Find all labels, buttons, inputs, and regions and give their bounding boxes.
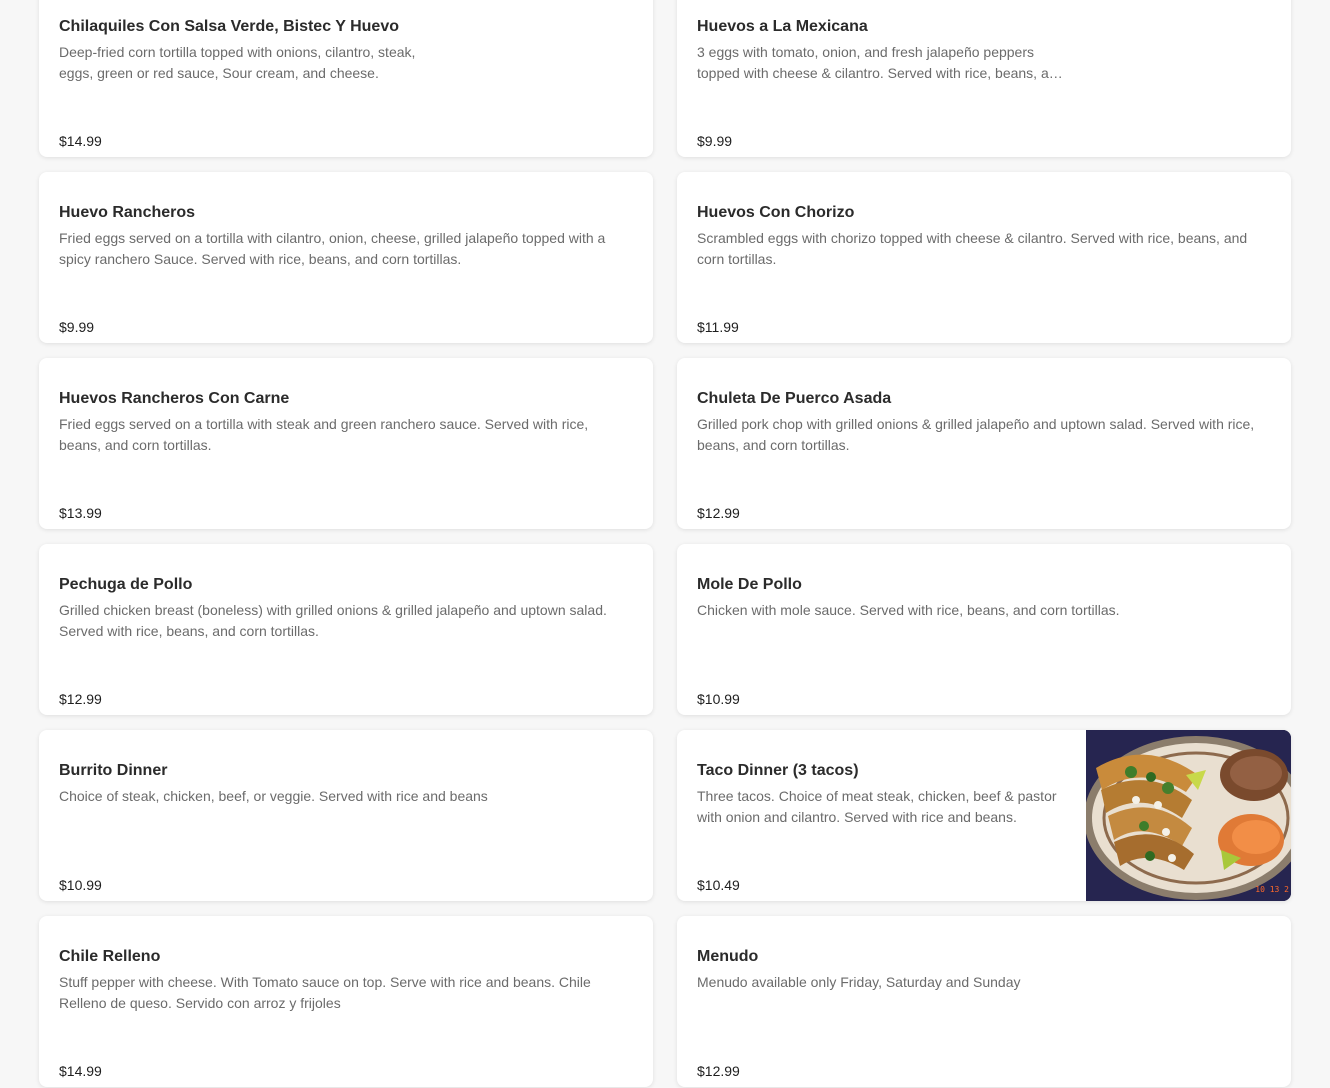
menu-item-card[interactable]: Taco Dinner (3 tacos) Three tacos. Choic…: [677, 730, 1291, 901]
menu-item-description: Fried eggs served on a tortilla with cil…: [59, 230, 606, 267]
menu-item-price: $14.99: [59, 133, 102, 149]
menu-item-card[interactable]: Chuleta De Puerco Asada Grilled pork cho…: [677, 358, 1291, 529]
photo-date-stamp: 10 13 2: [1255, 885, 1289, 894]
menu-item-body: Chilaquiles Con Salsa Verde, Bistec Y Hu…: [59, 17, 633, 157]
menu-item-body: Menudo Menudo available only Friday, Sat…: [697, 947, 1271, 1087]
menu-item-description: Chicken with mole sauce. Served with ric…: [697, 602, 1120, 618]
menu-items-grid: Chilaquiles Con Salsa Verde, Bistec Y Hu…: [39, 0, 1291, 1087]
menu-item-card[interactable]: Burrito Dinner Choice of steak, chicken,…: [39, 730, 653, 901]
menu-item-name: Chuleta De Puerco Asada: [697, 390, 892, 407]
menu-item-name: Taco Dinner (3 tacos): [697, 762, 859, 779]
menu-item-name: Pechuga de Pollo: [59, 576, 193, 593]
menu-item-name: Huevos Con Chorizo: [697, 204, 855, 221]
menu-item-card[interactable]: Menudo Menudo available only Friday, Sat…: [677, 916, 1291, 1087]
menu-item-body: Taco Dinner (3 tacos) Three tacos. Choic…: [697, 761, 1066, 901]
menu-item-body: Huevos Rancheros Con Carne Fried eggs se…: [59, 389, 633, 529]
menu-item-card[interactable]: Huevos Rancheros Con Carne Fried eggs se…: [39, 358, 653, 529]
menu-item-price: $10.99: [697, 691, 740, 707]
menu-item-body: Huevo Rancheros Fried eggs served on a t…: [59, 203, 633, 343]
menu-item-name: Chile Relleno: [59, 948, 161, 965]
menu-item-price: $10.99: [59, 877, 102, 893]
menu-item-name: Menudo: [697, 948, 759, 965]
menu-item-card[interactable]: Huevo Rancheros Fried eggs served on a t…: [39, 172, 653, 343]
menu-item-body: Huevos Con Chorizo Scrambled eggs with c…: [697, 203, 1271, 343]
menu-item-card[interactable]: Huevos a La Mexicana 3 eggs with tomato,…: [677, 0, 1291, 157]
menu-item-description: Menudo available only Friday, Saturday a…: [697, 974, 1021, 990]
menu-item-body: Burrito Dinner Choice of steak, chicken,…: [59, 761, 633, 901]
menu-item-price: $14.99: [59, 1063, 102, 1079]
menu-item-body: Mole De Pollo Chicken with mole sauce. S…: [697, 575, 1271, 715]
menu-item-description: Stuff pepper with cheese. With Tomato sa…: [59, 974, 591, 1011]
menu-item-description: Deep-fried corn tortilla topped with oni…: [59, 44, 416, 81]
taco-dinner-photo: 10 13 2: [1086, 730, 1291, 901]
menu-item-body: Chile Relleno Stuff pepper with cheese. …: [59, 947, 633, 1087]
menu-item-card[interactable]: Huevos Con Chorizo Scrambled eggs with c…: [677, 172, 1291, 343]
taco-plate-illustration: [1086, 730, 1291, 901]
menu-item-price: $9.99: [697, 133, 733, 149]
menu-item-card[interactable]: Pechuga de Pollo Grilled chicken breast …: [39, 544, 653, 715]
menu-item-body: Pechuga de Pollo Grilled chicken breast …: [59, 575, 633, 715]
menu-item-name: Huevos a La Mexicana: [697, 18, 868, 35]
menu-item-price: $9.99: [59, 319, 95, 335]
menu-item-price: $12.99: [697, 1063, 740, 1079]
menu-item-name: Huevo Rancheros: [59, 204, 196, 221]
menu-item-name: Chilaquiles Con Salsa Verde, Bistec Y Hu…: [59, 18, 399, 35]
menu-item-description: 3 eggs with tomato, onion, and fresh jal…: [697, 44, 1065, 81]
menu-item-description: Scrambled eggs with chorizo topped with …: [697, 230, 1248, 267]
menu-item-description: Grilled chicken breast (boneless) with g…: [59, 602, 607, 639]
menu-item-price: $12.99: [697, 505, 740, 521]
menu-item-price: $10.49: [697, 877, 740, 893]
menu-item-card[interactable]: Chile Relleno Stuff pepper with cheese. …: [39, 916, 653, 1087]
menu-item-name: Huevos Rancheros Con Carne: [59, 390, 290, 407]
menu-item-price: $13.99: [59, 505, 102, 521]
menu-item-price: $11.99: [697, 319, 739, 335]
menu-item-price: $12.99: [59, 691, 102, 707]
menu-item-card[interactable]: Chilaquiles Con Salsa Verde, Bistec Y Hu…: [39, 0, 653, 157]
menu-item-description: Grilled pork chop with grilled onions & …: [697, 416, 1255, 453]
menu-item-description: Fried eggs served on a tortilla with ste…: [59, 416, 589, 453]
menu-item-card[interactable]: Mole De Pollo Chicken with mole sauce. S…: [677, 544, 1291, 715]
menu-item-name: Burrito Dinner: [59, 762, 168, 779]
menu-item-description: Three tacos. Choice of meat steak, chick…: [697, 788, 1057, 825]
menu-item-description: Choice of steak, chicken, beef, or veggi…: [59, 788, 488, 804]
menu-item-body: Huevos a La Mexicana 3 eggs with tomato,…: [697, 17, 1271, 157]
menu-item-body: Chuleta De Puerco Asada Grilled pork cho…: [697, 389, 1271, 529]
menu-item-name: Mole De Pollo: [697, 576, 802, 593]
